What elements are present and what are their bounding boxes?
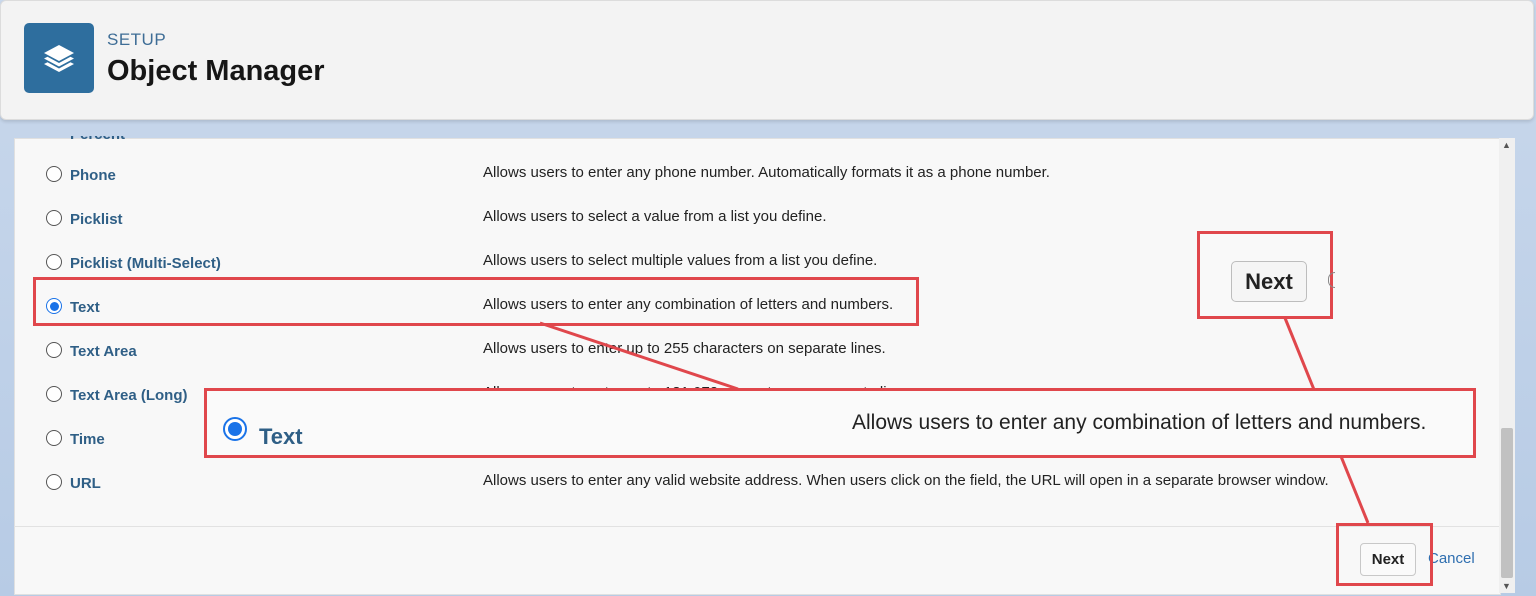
zoomed-text-callout: Text Allows users to enter any combinati… [204,388,1476,458]
radio-button-selected [223,417,247,441]
text-row-highlight [33,277,919,326]
page: SETUP Object Manager Percent Phone Allow… [0,0,1536,596]
zoomed-text-description: Allows users to enter any combination of… [852,411,1427,434]
zoomed-next-button: Next [1231,261,1307,302]
zoomed-text-label: Text [259,424,303,449]
zoomed-next-callout: Next [1197,231,1335,319]
next-button-highlight [1336,523,1433,586]
cut-off-glyph [1328,272,1335,288]
